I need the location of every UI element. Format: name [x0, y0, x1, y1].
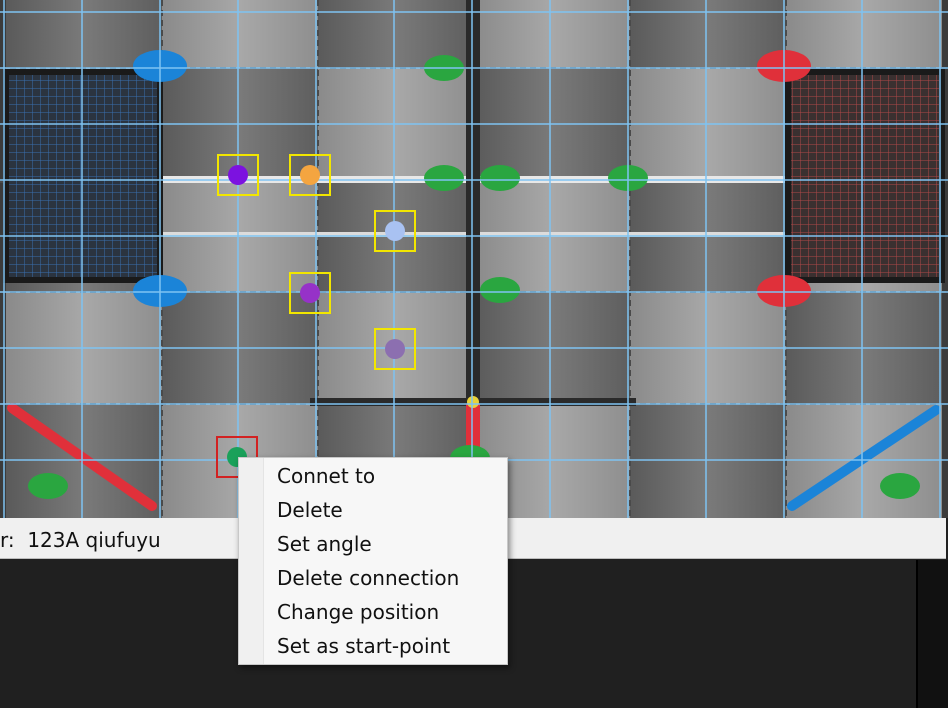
waypoint-marker[interactable]	[385, 339, 405, 359]
field-tile	[474, 68, 630, 182]
menu-item-set-angle[interactable]: Set angle	[265, 527, 505, 561]
triball	[480, 277, 520, 303]
scrollbar-strip[interactable]	[916, 560, 948, 708]
menu-item-delete-connection[interactable]: Delete connection	[265, 561, 505, 595]
field-tile	[630, 404, 786, 518]
field-tile	[630, 68, 786, 182]
field-map[interactable]	[0, 0, 948, 518]
menu-icon-gutter	[239, 458, 264, 664]
field-tile	[786, 0, 942, 68]
menu-item-connect-to[interactable]: Connet to	[265, 459, 505, 493]
menu-item-set-start-point[interactable]: Set as start-point	[265, 629, 505, 663]
waypoint-marker[interactable]	[228, 165, 248, 185]
field-tile	[474, 0, 630, 68]
menu-item-delete[interactable]: Delete	[265, 493, 505, 527]
field-tile	[162, 0, 318, 68]
field-canvas[interactable]	[0, 0, 948, 518]
waypoint-marker[interactable]	[300, 283, 320, 303]
post-cap	[467, 396, 479, 408]
field-tile	[318, 68, 474, 182]
context-menu: Connet to Delete Set angle Delete connec…	[238, 457, 508, 665]
triball	[424, 165, 464, 191]
menu-item-change-position[interactable]: Change position	[265, 595, 505, 629]
waypoint-marker[interactable]	[300, 165, 320, 185]
status-text: r: 123A qiufuyu	[0, 528, 161, 552]
triball	[880, 473, 920, 499]
field-tile	[162, 68, 318, 182]
triball	[28, 473, 68, 499]
waypoint-marker[interactable]	[385, 221, 405, 241]
red-goal	[785, 69, 945, 283]
blue-goal	[3, 69, 163, 283]
center-barrier	[466, 0, 480, 404]
triball	[480, 165, 520, 191]
